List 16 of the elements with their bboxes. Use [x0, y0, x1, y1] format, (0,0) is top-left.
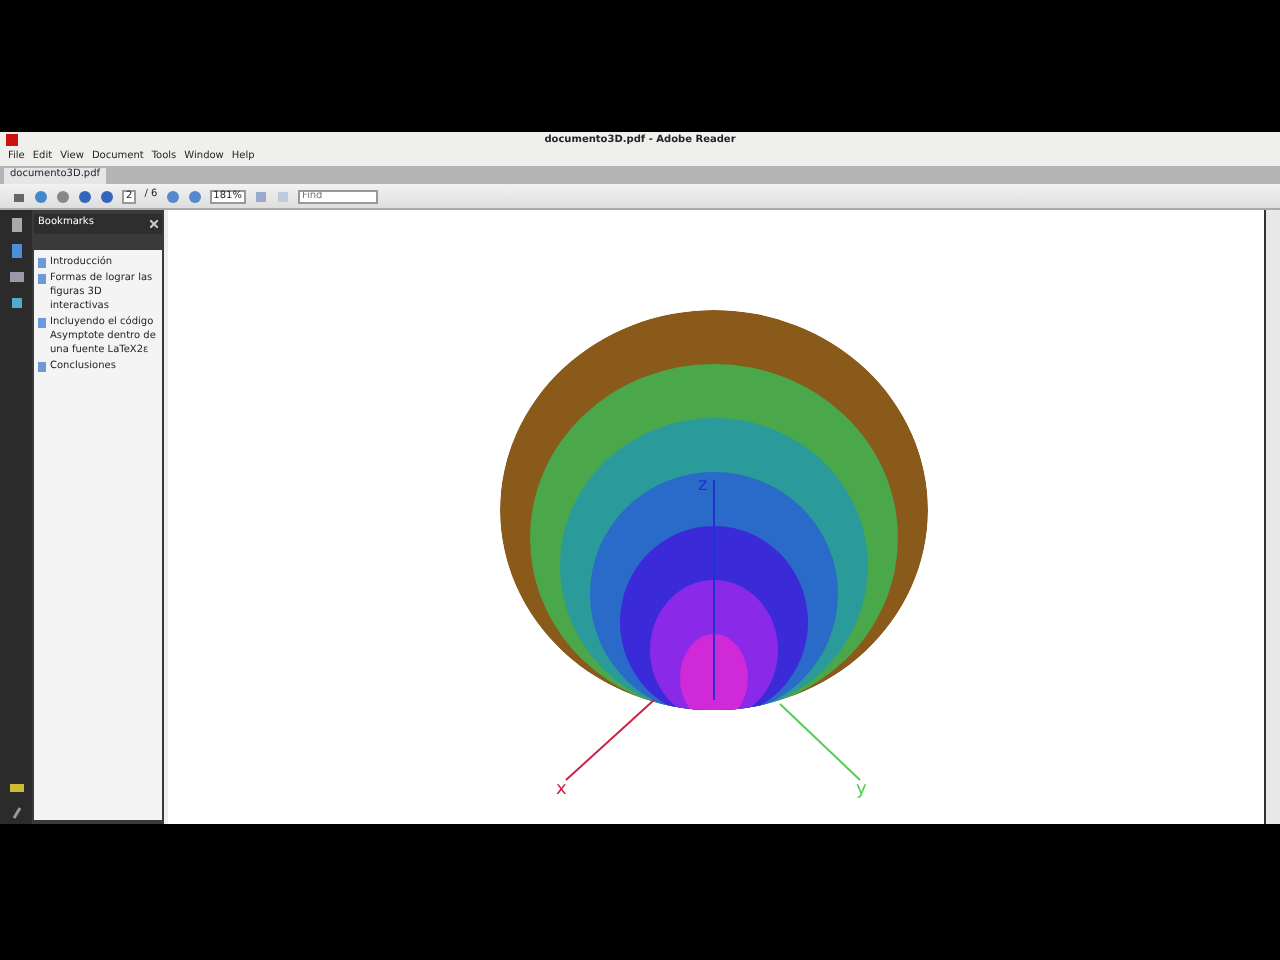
- axis-line: [779, 703, 861, 781]
- pages-icon[interactable]: [9, 218, 23, 232]
- bookmark-icon: [38, 362, 46, 372]
- close-icon[interactable]: [150, 220, 158, 228]
- signature-icon[interactable]: [9, 270, 23, 284]
- paperclip-icon[interactable]: [9, 805, 23, 819]
- printer-icon[interactable]: [12, 189, 26, 203]
- comments-icon[interactable]: [9, 779, 23, 793]
- app-icon: [6, 134, 18, 146]
- bookmark-icon: [38, 318, 46, 328]
- axis-line: [565, 699, 655, 781]
- bookmark-icon[interactable]: [9, 244, 23, 258]
- axis-label: y: [856, 780, 867, 800]
- scrollbar[interactable]: [1264, 210, 1280, 824]
- axis-label: x: [556, 780, 567, 800]
- layers-icon[interactable]: [9, 296, 23, 310]
